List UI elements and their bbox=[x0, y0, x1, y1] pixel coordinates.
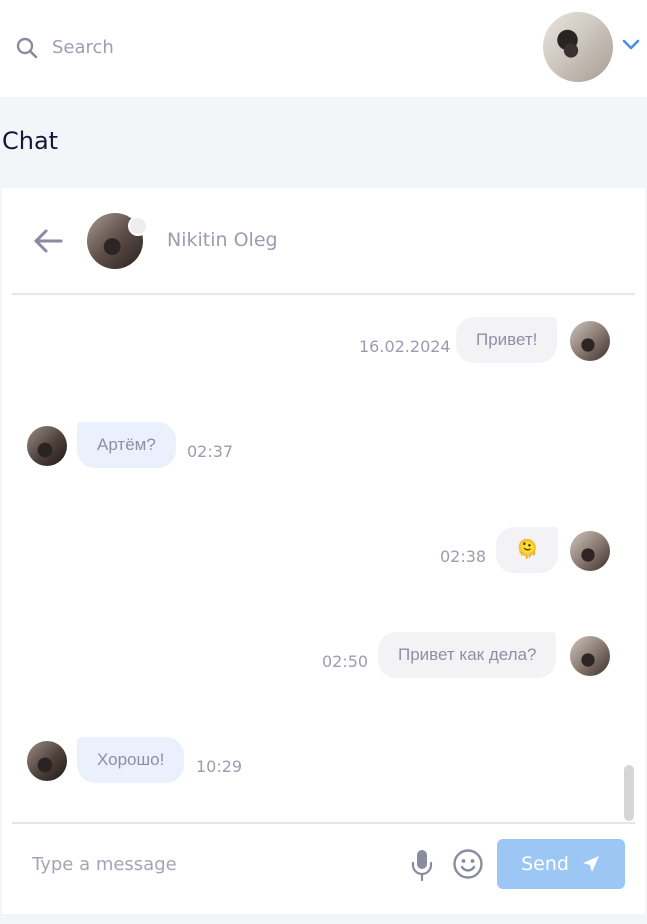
arrow-left-icon[interactable] bbox=[32, 228, 64, 254]
chevron-down-icon[interactable] bbox=[622, 38, 640, 52]
page-title: Chat bbox=[2, 127, 59, 155]
microphone-icon[interactable] bbox=[410, 848, 434, 882]
message-row: 02:38 🫠 bbox=[2, 527, 645, 573]
message-bubble: Привет! bbox=[456, 317, 558, 363]
search-input[interactable] bbox=[52, 32, 472, 62]
avatar bbox=[570, 321, 610, 361]
divider bbox=[12, 822, 635, 824]
user-avatar[interactable] bbox=[543, 12, 613, 82]
message-time: 02:38 bbox=[440, 547, 487, 566]
contact-name: Nikitin Oleg bbox=[167, 229, 278, 251]
message-row: Хорошо! 10:29 bbox=[2, 737, 645, 783]
search-icon bbox=[16, 37, 38, 59]
avatar bbox=[570, 531, 610, 571]
message-row: 02:50 Привет как дела? bbox=[2, 632, 645, 678]
status-indicator bbox=[128, 216, 148, 236]
scrollbar-thumb[interactable] bbox=[624, 765, 634, 821]
chat-panel: Nikitin Oleg 16.02.2024 Привет! Артём? 0… bbox=[2, 188, 645, 914]
message-bubble: Артём? bbox=[77, 422, 176, 468]
avatar bbox=[27, 741, 67, 781]
send-button-label: Send bbox=[521, 853, 569, 875]
paper-plane-icon bbox=[582, 856, 599, 872]
send-button[interactable]: Send bbox=[497, 839, 625, 889]
message-row: 16.02.2024 Привет! bbox=[2, 317, 645, 363]
message-list[interactable]: 16.02.2024 Привет! Артём? 02:37 02:38 🫠 … bbox=[2, 295, 645, 822]
message-time: 16.02.2024 bbox=[359, 337, 451, 356]
avatar bbox=[27, 426, 67, 466]
message-row: Артём? 02:37 bbox=[2, 422, 645, 468]
message-time: 02:37 bbox=[187, 442, 234, 461]
smiley-icon[interactable] bbox=[452, 848, 484, 880]
chat-header: Nikitin Oleg bbox=[2, 188, 645, 294]
message-bubble: 🫠 bbox=[496, 527, 559, 573]
avatar bbox=[570, 636, 610, 676]
message-bubble: Хорошо! bbox=[77, 737, 185, 783]
message-time: 02:50 bbox=[322, 652, 369, 671]
message-time: 10:29 bbox=[196, 757, 243, 776]
message-input[interactable] bbox=[32, 848, 392, 880]
message-bubble: Привет как дела? bbox=[378, 632, 557, 678]
top-bar bbox=[0, 0, 647, 97]
